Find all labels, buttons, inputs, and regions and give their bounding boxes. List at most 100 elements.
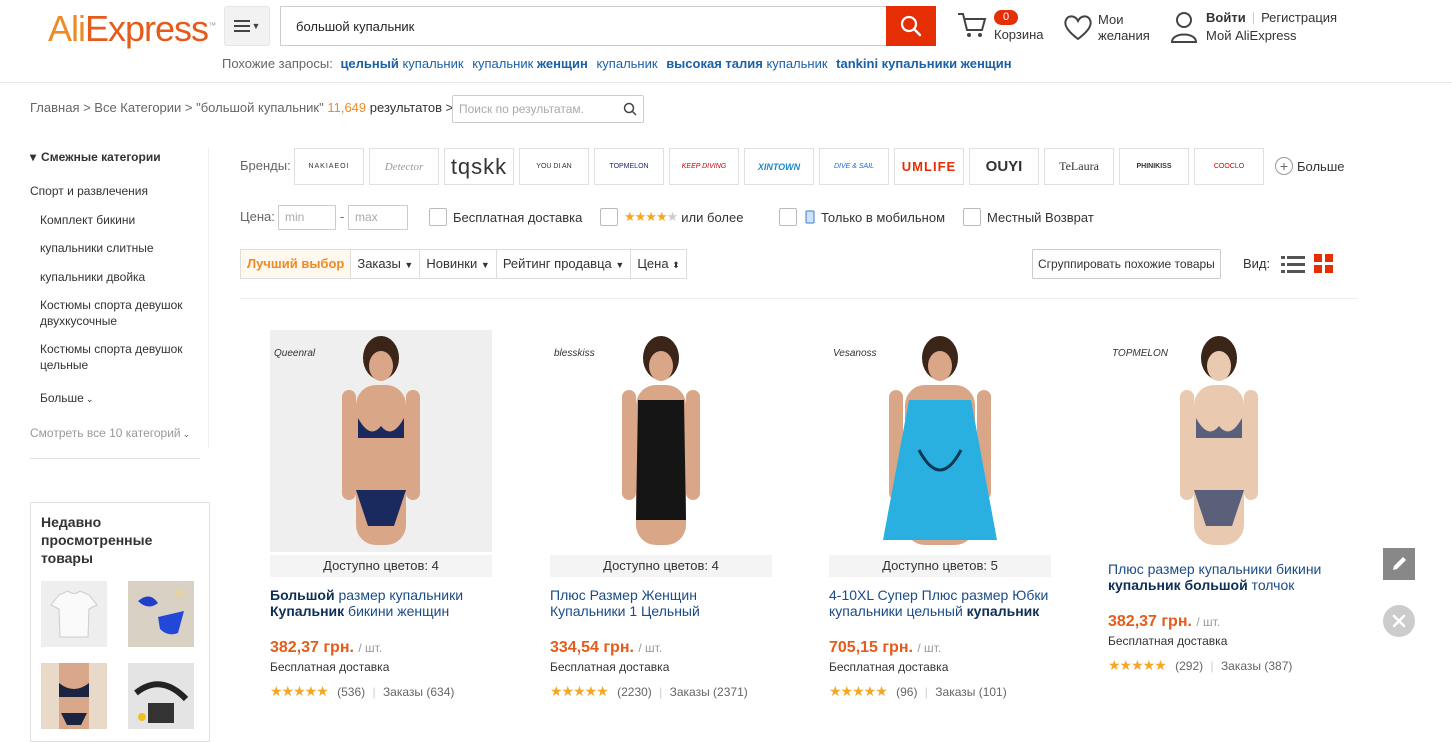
related-search-link[interactable]: высокая талия купальник xyxy=(666,56,827,71)
recent-item-thumbnail[interactable] xyxy=(41,581,107,647)
brand-logo-button[interactable]: TeLaura xyxy=(1044,148,1114,185)
wishlist-link[interactable]: Мои желания xyxy=(1062,12,1150,45)
sidebar-category-sport-one-piece[interactable]: Костюмы спорта девушок цельные xyxy=(40,341,200,373)
order-count[interactable]: Заказы (101) xyxy=(935,685,1006,699)
group-similar-button[interactable]: Сгруппировать похожие товары xyxy=(1032,249,1221,279)
search-button[interactable] xyxy=(886,6,936,46)
product-title-link[interactable]: Большой размер купальники Купальник бики… xyxy=(270,587,492,619)
sidebar-category-bikini-set[interactable]: Комплект бикини xyxy=(40,212,135,228)
product-image[interactable]: Vesanoss xyxy=(829,330,1051,552)
brand-logo-button[interactable]: TOPMELON xyxy=(594,148,664,185)
sidebar-more-link[interactable]: Больше ⌄ xyxy=(40,390,93,407)
related-search-link[interactable]: купальник xyxy=(596,56,657,71)
breadcrumb: Главная > Все Категории > "большой купал… xyxy=(30,100,453,115)
product-image[interactable]: blesskiss xyxy=(550,330,772,552)
brand-logo-button[interactable]: YOU DI AN xyxy=(519,148,589,185)
brand-logo-button[interactable]: DIVE & SAIL xyxy=(819,148,889,185)
rating-filter[interactable]: ★★★★★ или более xyxy=(600,208,743,226)
product-title-link[interactable]: Плюс Размер Женщин Купальники 1 Цельный xyxy=(550,587,772,619)
close-button[interactable] xyxy=(1383,605,1415,637)
sidebar-view-all-link[interactable]: Смотреть все 10 категорий ⌄ xyxy=(30,425,190,442)
list-view-icon[interactable] xyxy=(1281,254,1305,277)
order-count[interactable]: Заказы (634) xyxy=(383,685,454,699)
more-brands-button[interactable]: + Больше xyxy=(1275,157,1345,175)
brand-logo-button[interactable]: COOCLO xyxy=(1194,148,1264,185)
available-colors: Доступно цветов: 5 xyxy=(829,555,1051,577)
available-colors: Доступно цветов: 4 xyxy=(550,555,772,577)
my-aliexpress-link[interactable]: Мой AliExpress xyxy=(1206,28,1297,43)
brand-name: OUYI xyxy=(985,158,1023,175)
brand-logo-button[interactable]: NAKIAEOI xyxy=(294,148,364,185)
related-categories-heading[interactable]: Смежные категории xyxy=(30,150,161,164)
mobile-only-checkbox[interactable] xyxy=(779,208,797,226)
feedback-edit-button[interactable] xyxy=(1383,548,1415,580)
product-title-link[interactable]: Плюс размер купальники бикини купальник … xyxy=(1108,561,1330,593)
login-link[interactable]: Войти xyxy=(1206,10,1246,25)
local-return-filter[interactable]: Местный Возврат xyxy=(963,208,1094,226)
categories-menu-button[interactable]: ▼ xyxy=(224,6,270,46)
search-input[interactable] xyxy=(280,6,886,46)
recent-item-thumbnail[interactable] xyxy=(128,581,194,647)
brand-name: TeLaura xyxy=(1059,159,1099,173)
review-count[interactable]: (536) xyxy=(337,685,365,699)
related-search-link[interactable]: купальник женщин xyxy=(472,56,588,71)
aliexpress-logo[interactable]: AliExpress™ xyxy=(48,8,216,50)
review-count[interactable]: (292) xyxy=(1175,659,1203,673)
brand-logo-button[interactable]: Detector xyxy=(369,148,439,185)
review-count[interactable]: (2230) xyxy=(617,685,652,699)
brand-name: COOCLO xyxy=(1213,163,1245,170)
wishlist-label: Мои желания xyxy=(1098,12,1150,43)
sidebar-divider xyxy=(30,458,200,459)
product-price: 382,37 грн. / шт. xyxy=(1108,613,1221,630)
brand-logo-button[interactable]: tqskk xyxy=(444,148,514,185)
header-divider xyxy=(0,82,1452,83)
brand-name: UMLIFE xyxy=(901,159,957,174)
product-image[interactable]: Queenral xyxy=(270,330,492,552)
brand-logo-button[interactable]: OUYI xyxy=(969,148,1039,185)
related-search-link[interactable]: цельный купальник xyxy=(340,56,463,71)
rating-more-label: или более xyxy=(681,209,744,225)
grid-view-icon[interactable] xyxy=(1314,254,1334,277)
product-title-link[interactable]: 4-10XL Супер Плюс размер Юбки купальники… xyxy=(829,587,1051,619)
close-icon xyxy=(1392,614,1406,628)
rating-checkbox[interactable] xyxy=(600,208,618,226)
order-count[interactable]: Заказы (2371) xyxy=(670,685,748,699)
brand-logo-button[interactable]: PHINIKISS xyxy=(1119,148,1189,185)
search-within-results-input[interactable]: Поиск по результатам. xyxy=(452,95,644,123)
brand-logo-button[interactable]: KEEP DIVING xyxy=(669,148,739,185)
sort-best-match[interactable]: Лучший выбор xyxy=(241,250,352,278)
sidebar-category-sport-two-piece[interactable]: Костюмы спорта девушок двухкусочные xyxy=(40,297,200,329)
chevron-down-icon: ⌄ xyxy=(85,394,94,404)
brand-logo-button[interactable]: XINTOWN xyxy=(744,148,814,185)
review-count[interactable]: (96) xyxy=(896,685,917,699)
register-link[interactable]: Регистрация xyxy=(1261,10,1337,25)
sort-newest[interactable]: Новинки ▼ xyxy=(420,250,497,278)
price-min-input[interactable]: min xyxy=(278,205,336,230)
sort-seller-rating[interactable]: Рейтинг продавца ▼ xyxy=(497,250,632,278)
brand-logo-button[interactable]: UMLIFE xyxy=(894,148,964,185)
cart-link[interactable]: 0 Корзина xyxy=(956,10,1044,42)
toolbar-divider xyxy=(240,298,1358,299)
product-image[interactable]: TOPMELON xyxy=(1108,330,1330,552)
product-image-figure xyxy=(829,330,1051,552)
recent-item-thumbnail[interactable] xyxy=(128,663,194,729)
sidebar-category-one-piece[interactable]: купальники слитные xyxy=(40,240,154,256)
breadcrumb-path[interactable]: Главная > Все Категории > "большой купал… xyxy=(30,100,324,115)
sort-orders[interactable]: Заказы ▼ xyxy=(351,250,421,278)
sort-price[interactable]: Цена ⬍ xyxy=(631,250,685,278)
related-search-link[interactable]: tankini купальники женщин xyxy=(836,56,1011,71)
sidebar-category-two-piece[interactable]: купальники двойка xyxy=(40,269,145,285)
free-shipping-filter[interactable]: Бесплатная доставка xyxy=(429,208,582,226)
price-min-placeholder: min xyxy=(285,210,305,224)
recently-viewed-panel: Недавно просмотренные товары xyxy=(30,502,210,742)
price-max-input[interactable]: max xyxy=(348,205,408,230)
search-icon[interactable] xyxy=(623,102,637,116)
sidebar-category-sports[interactable]: Спорт и развлечения xyxy=(30,183,148,199)
local-return-checkbox[interactable] xyxy=(963,208,981,226)
free-shipping-checkbox[interactable] xyxy=(429,208,447,226)
recent-item-thumbnail[interactable] xyxy=(41,663,107,729)
brand-name: KEEP DIVING xyxy=(681,163,727,170)
mobile-only-label: Только в мобильном xyxy=(821,209,946,225)
order-count[interactable]: Заказы (387) xyxy=(1221,659,1292,673)
mobile-only-filter[interactable]: Только в мобильном xyxy=(779,208,945,226)
